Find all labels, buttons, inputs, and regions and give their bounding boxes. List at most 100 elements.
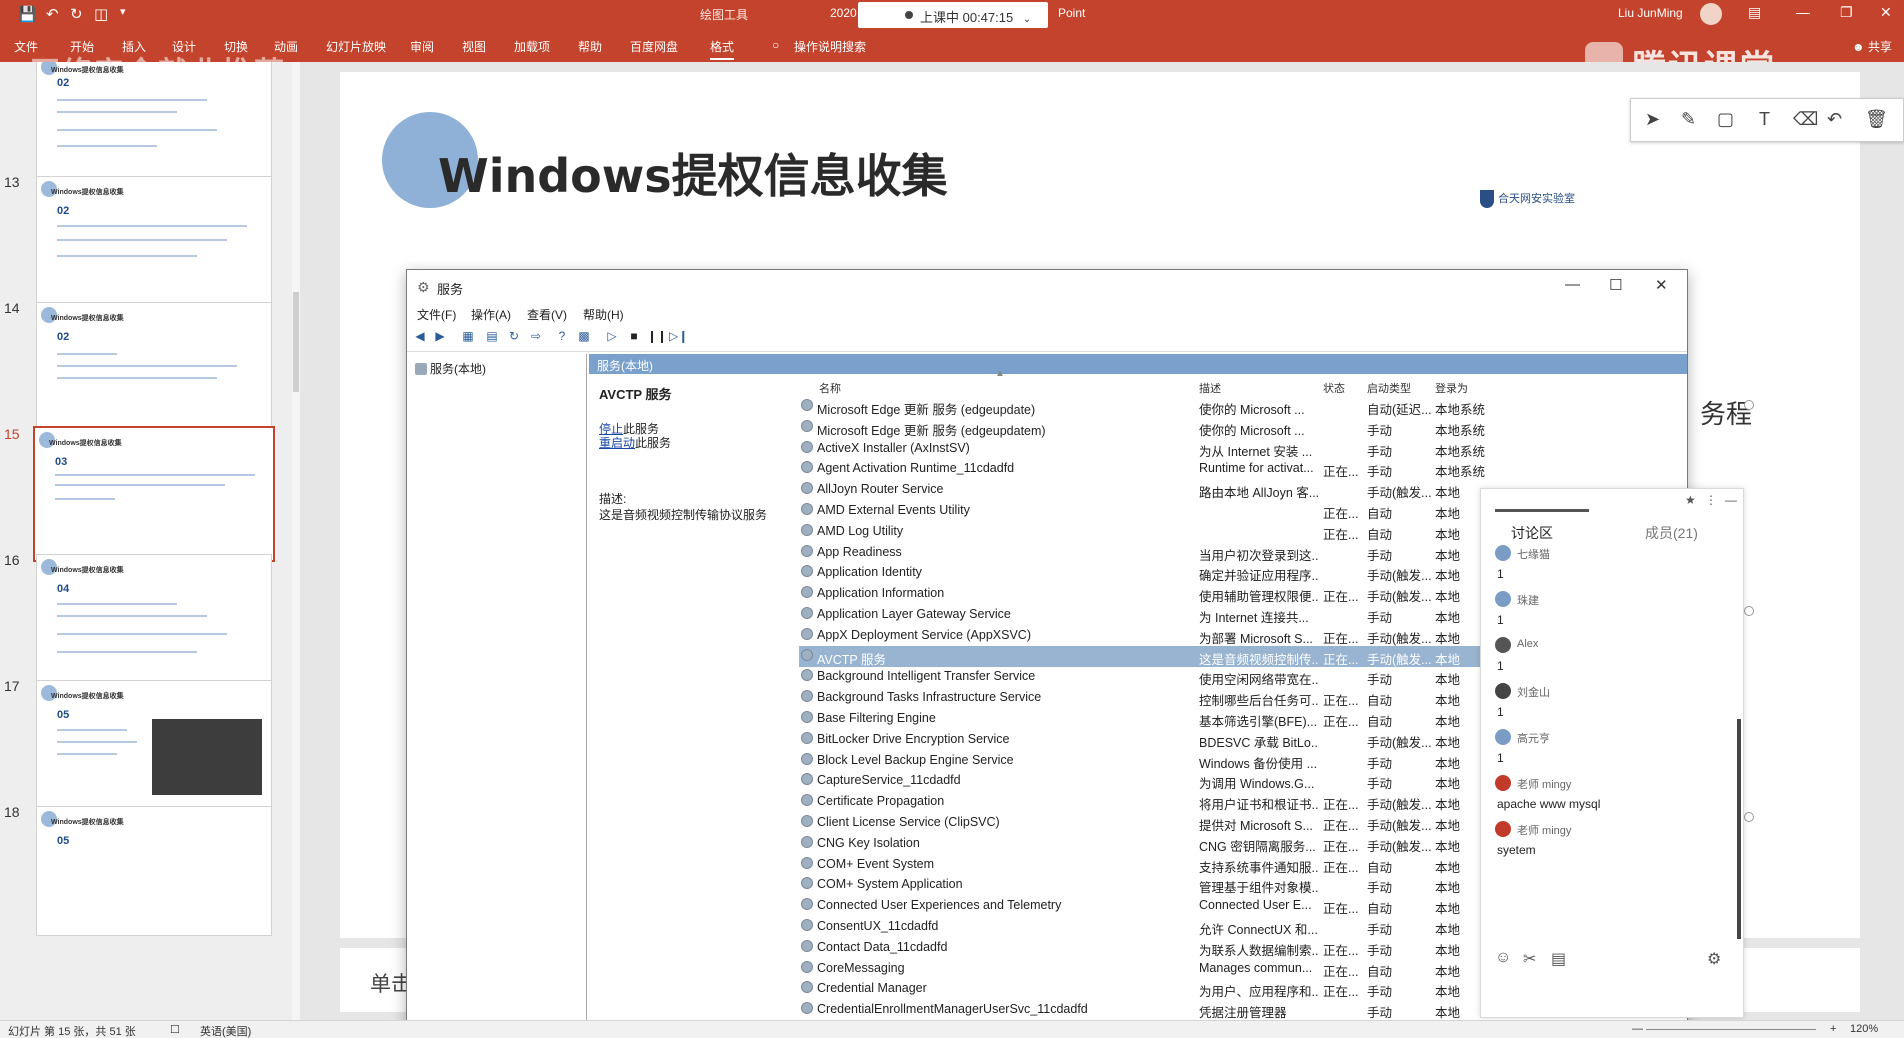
column-header-description[interactable]: 描述 — [1199, 380, 1221, 396]
chat-avatar[interactable] — [1495, 775, 1511, 791]
minimize-icon[interactable]: — — [1565, 276, 1580, 293]
ribbon-display-icon[interactable]: ▤ — [1748, 4, 1761, 21]
eraser-icon[interactable]: ⌫ — [1793, 109, 1818, 130]
forward-icon[interactable]: ▶ — [431, 329, 449, 345]
scrollbar-thumb[interactable] — [293, 292, 299, 392]
text-icon[interactable]: T — [1759, 109, 1770, 130]
start-service-icon[interactable]: ▷ — [603, 329, 621, 345]
restart-service-icon[interactable]: ▷❙ — [669, 329, 688, 345]
stop-service-icon[interactable]: ■ — [625, 329, 643, 345]
pen-icon[interactable]: ✎ — [1681, 109, 1696, 130]
emoji-icon[interactable]: ☺ — [1495, 949, 1511, 967]
chat-avatar[interactable] — [1495, 591, 1511, 607]
save-icon[interactable]: 💾 — [18, 5, 37, 23]
slide-thumbnail[interactable]: Windows提权信息收集 02 — [36, 62, 272, 184]
chat-avatar[interactable] — [1495, 683, 1511, 699]
scissors-icon[interactable]: ✂ — [1523, 949, 1536, 969]
chat-avatar[interactable] — [1495, 545, 1511, 561]
chat-avatar[interactable] — [1495, 637, 1511, 653]
table-row[interactable]: ActiveX Installer (AxInstSV) 为从 Internet … — [799, 438, 1687, 459]
close-icon[interactable]: ✕ — [1655, 276, 1668, 294]
table-row[interactable]: Agent Activation Runtime_11cdadfd Runtime… — [799, 458, 1687, 479]
class-status-pill[interactable]: 上课中 00:47:15 ⌄ — [858, 2, 1048, 28]
shape-icon[interactable]: ▢ — [1717, 109, 1734, 130]
chat-scrollbar[interactable] — [1737, 719, 1741, 939]
minimize-icon[interactable]: — — [1796, 4, 1810, 20]
undo-annotation-icon[interactable]: ↶ — [1827, 109, 1842, 130]
tab-help[interactable]: 帮助 — [578, 38, 602, 55]
slide-thumbnail[interactable]: Windows提权信息收集 04 — [36, 554, 272, 684]
menu-help[interactable]: 帮助(H) — [583, 306, 624, 323]
tell-me-search[interactable]: 操作说明搜索 — [794, 38, 866, 55]
slide-thumbnail[interactable]: Windows提权信息收集 05 — [36, 680, 272, 810]
tab-view[interactable]: 视图 — [462, 38, 486, 55]
slide-thumbnail[interactable]: Windows提权信息收集 02 — [36, 176, 272, 306]
tab-format[interactable]: 格式 — [710, 38, 735, 60]
user-name[interactable]: Liu JunMing — [1618, 6, 1683, 20]
trash-icon[interactable]: 🗑 — [1865, 109, 1888, 130]
services-title-bar[interactable]: ⚙ 服务 — ☐ ✕ — [407, 270, 1687, 302]
tab-members[interactable]: 成员(21) — [1645, 523, 1698, 543]
menu-file[interactable]: 文件(F) — [417, 306, 456, 323]
table-row[interactable]: Microsoft Edge 更新 服务 (edgeupdatem) 使你的 Mi… — [799, 417, 1687, 438]
avatar[interactable] — [1700, 3, 1722, 25]
accessibility-icon[interactable]: ☐ — [170, 1023, 180, 1036]
thumbnail-scrollbar[interactable] — [292, 62, 300, 1020]
zoom-level[interactable]: 120% — [1850, 1023, 1878, 1035]
slide-thumbnail[interactable]: Windows提权信息收集 02 — [36, 302, 272, 432]
language-indicator[interactable]: 英语(美国) — [200, 1023, 251, 1038]
table-row[interactable]: Microsoft Edge 更新 服务 (edgeupdate) 使你的 Mic… — [799, 396, 1687, 417]
tab-baidu[interactable]: 百度网盘 — [630, 38, 678, 55]
pin-icon[interactable]: ★ — [1685, 493, 1696, 507]
column-header-name[interactable]: 名称 — [819, 380, 841, 396]
slide-title[interactable]: Windows提权信息收集 — [438, 140, 948, 206]
properties-icon[interactable]: ▤ — [483, 329, 501, 345]
collapse-icon[interactable]: — — [1725, 493, 1737, 507]
restore-icon[interactable]: ❐ — [1840, 4, 1853, 21]
service-desc: Manages commun... — [1199, 960, 1313, 975]
share-button[interactable]: ☻ 共享 — [1852, 38, 1892, 55]
console-icon[interactable]: ▩ — [575, 329, 593, 345]
chat-avatar[interactable] — [1495, 821, 1511, 837]
present-icon[interactable]: ◫ — [94, 5, 108, 23]
refresh-icon[interactable]: ↻ — [505, 329, 523, 345]
help-icon[interactable]: ? — [553, 329, 571, 345]
back-icon[interactable]: ◀ — [411, 329, 429, 345]
customize-icon[interactable]: ▾ — [120, 5, 126, 18]
redo-icon[interactable]: ↻ — [70, 5, 83, 23]
slide-thumbnail-active[interactable]: Windows提权信息收集 03 — [33, 426, 275, 562]
restart-service-link[interactable]: 重启动 — [599, 436, 635, 450]
column-header-startup[interactable]: 启动类型 — [1367, 380, 1411, 396]
zoom-out-icon[interactable]: — — [1632, 1023, 1643, 1035]
tab-discussion[interactable]: 讨论区 — [1511, 523, 1553, 543]
zoom-in-icon[interactable]: + — [1830, 1023, 1836, 1035]
tab-slideshow[interactable]: 幻灯片放映 — [326, 38, 386, 55]
tree-node-services-local[interactable]: 服务(本地) — [415, 360, 486, 377]
panel-drag-strip[interactable] — [1495, 509, 1589, 512]
close-icon[interactable]: ✕ — [1880, 4, 1892, 21]
tab-addins[interactable]: 加载项 — [514, 38, 550, 55]
slide-text-fragment[interactable]: 务程 — [1700, 394, 1752, 431]
more-icon[interactable]: ⋮ — [1705, 493, 1717, 507]
resize-handle[interactable] — [1744, 400, 1754, 410]
resize-handle[interactable] — [1744, 606, 1754, 616]
slide-thumbnail[interactable]: Windows提权信息收集 05 — [36, 806, 272, 936]
column-header-logon[interactable]: 登录为 — [1435, 380, 1468, 396]
lightbulb-icon: ○ — [772, 38, 780, 52]
thumb-text-line — [57, 99, 207, 101]
pause-service-icon[interactable]: ❙❙ — [647, 329, 667, 345]
pointer-icon[interactable]: ➤ — [1645, 109, 1660, 130]
settings-icon[interactable]: ⚙ — [1707, 949, 1721, 969]
menu-view[interactable]: 查看(V) — [527, 306, 567, 323]
undo-icon[interactable]: ↶ — [46, 5, 59, 23]
tab-review[interactable]: 审阅 — [410, 38, 434, 55]
resize-handle[interactable] — [1744, 812, 1754, 822]
zoom-slider[interactable] — [1646, 1029, 1816, 1030]
image-icon[interactable]: ▤ — [1551, 949, 1566, 969]
export-icon[interactable]: ⇨ — [527, 329, 545, 345]
column-header-status[interactable]: 状态 — [1323, 380, 1345, 396]
maximize-icon[interactable]: ☐ — [1609, 276, 1622, 294]
show-tree-icon[interactable]: ▦ — [459, 329, 477, 345]
menu-action[interactable]: 操作(A) — [471, 306, 511, 323]
chat-avatar[interactable] — [1495, 729, 1511, 745]
